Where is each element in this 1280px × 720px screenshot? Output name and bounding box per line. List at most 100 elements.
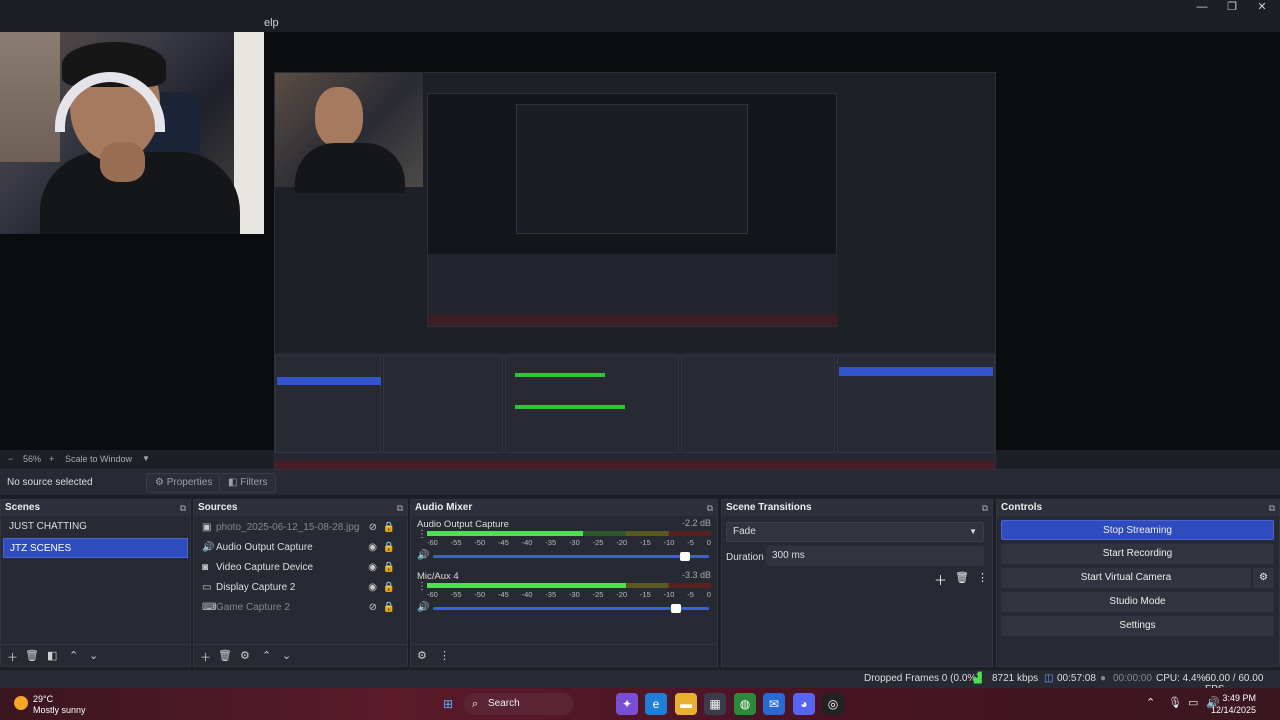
microphone-icon[interactable]: 🎙 [1168, 696, 1182, 709]
hidden-eye-icon[interactable]: ⊘ [369, 598, 377, 618]
source-label: photo_2025-06-12_15-08-28.jpg [216, 522, 360, 533]
advanced-audio-icon[interactable]: ⚙ [417, 649, 427, 662]
network-icon[interactable]: ▭ [1188, 696, 1198, 709]
move-down-icon[interactable]: ⌄ [282, 649, 291, 662]
source-toolbar: No source selected ⚙ Properties ◧ Filter… [0, 469, 1280, 495]
trash-icon[interactable]: 🗑 [955, 571, 969, 584]
duration-input[interactable]: 300 ms [766, 546, 984, 566]
volume-slider[interactable] [433, 552, 709, 561]
eye-icon[interactable]: ◉ [368, 558, 377, 578]
lock-icon[interactable]: 🔒 [383, 538, 395, 558]
settings-button[interactable]: Settings [1001, 616, 1274, 636]
speaker-icon[interactable]: 🔊 [417, 602, 429, 613]
zoom-in-button[interactable]: + [49, 454, 54, 464]
scene-item[interactable]: JUST CHATTING [3, 517, 188, 537]
more-options-icon[interactable]: ⋮ [417, 529, 427, 540]
start-virtual-camera-button[interactable]: Start Virtual Camera [1001, 568, 1251, 588]
meter-tick-label: -5 [687, 590, 694, 599]
add-icon[interactable]: ＋ [200, 649, 211, 665]
minimize-button[interactable]: — [1188, 0, 1216, 14]
volume-knob[interactable] [679, 552, 690, 561]
close-button[interactable]: ✕ [1248, 0, 1276, 14]
gear-icon[interactable]: ⚙ [240, 649, 250, 662]
scene-transitions-header: Scene Transitions ⧉ [722, 500, 992, 516]
scenes-header: Scenes ⧉ [1, 500, 190, 516]
more-options-icon[interactable]: ⋮ [417, 581, 427, 592]
filter-icon[interactable]: ◧ [47, 649, 57, 662]
eye-icon[interactable]: ◉ [368, 538, 377, 558]
undock-icon[interactable]: ⧉ [1269, 500, 1275, 516]
move-up-icon[interactable]: ⌃ [262, 649, 271, 662]
source-item[interactable]: ▣ photo_2025-06-12_15-08-28.jpg ⊘ 🔒 [194, 518, 407, 538]
obs-icon[interactable]: ◎ [822, 693, 844, 715]
move-up-icon[interactable]: ⌃ [69, 649, 78, 662]
meter-tick-label: -25 [592, 538, 604, 547]
lock-icon[interactable]: 🔒 [383, 558, 395, 578]
weather-widget[interactable]: 29°C Mostly sunny [33, 694, 86, 716]
filters-button[interactable]: ◧ Filters [219, 473, 277, 493]
system-clock[interactable]: 3:49 PM 12/14/2025 [1211, 692, 1256, 716]
properties-button[interactable]: ⚙ Properties [146, 473, 222, 493]
chrome-icon[interactable]: ◍ [734, 693, 756, 715]
studio-mode-button[interactable]: Studio Mode [1001, 592, 1274, 612]
menu-help[interactable]: elp [264, 17, 279, 29]
virtual-camera-settings-button[interactable]: ⚙ [1253, 568, 1274, 588]
controls-title: Controls [1001, 502, 1043, 513]
lock-icon[interactable]: 🔒 [383, 578, 395, 598]
undock-icon[interactable]: ⧉ [707, 500, 713, 516]
chevron-up-icon[interactable]: ⌃ [1146, 696, 1155, 709]
sources-list: ▣ photo_2025-06-12_15-08-28.jpg ⊘ 🔒 🔊 Au… [194, 518, 407, 650]
clock-time: 3:49 PM [1222, 693, 1256, 703]
weather-condition: Mostly sunny [33, 705, 86, 715]
speaker-icon: 🔊 [202, 542, 215, 553]
zoom-out-button[interactable]: − [8, 454, 13, 464]
meter-tick-label: -5 [687, 538, 694, 547]
windows-taskbar: 29°C Mostly sunny ⊞ ⌕ Search ✦ e ▬ ▦ ◍ ✉… [0, 688, 1280, 720]
transitions-body: Fade ▼ Duration 300 ms ＋ 🗑 ⋮ [722, 516, 992, 648]
undock-icon[interactable]: ⧉ [397, 500, 403, 516]
move-down-icon[interactable]: ⌄ [89, 649, 98, 662]
taskbar-search[interactable]: ⌕ Search [464, 693, 574, 715]
undock-icon[interactable]: ⧉ [982, 500, 988, 516]
channel-name: Audio Output Capture [417, 519, 509, 530]
trash-icon[interactable]: 🗑 [218, 649, 232, 662]
add-transition-icon[interactable]: ＋ [934, 570, 947, 589]
speaker-icon[interactable]: 🔊 [417, 550, 429, 561]
gear-icon: ⚙ [1259, 572, 1268, 583]
mixer-channel: Audio Output Capture -2.2 dB ⋮ -60 -55 -50… [411, 516, 717, 568]
edge-icon[interactable]: e [645, 693, 667, 715]
more-options-icon[interactable]: ⋮ [977, 571, 988, 584]
hidden-eye-icon[interactable]: ⊘ [369, 518, 377, 538]
weather-icon[interactable] [14, 696, 28, 710]
no-source-selected-label: No source selected [7, 477, 93, 488]
transition-selected: Fade [733, 526, 756, 537]
stream-time: 00:57:08 [1057, 673, 1096, 684]
more-options-icon[interactable]: ⋮ [439, 649, 450, 662]
add-icon[interactable]: ＋ [7, 649, 18, 665]
source-item[interactable]: ▭ Display Capture 2 ◉ 🔒 [194, 578, 407, 598]
start-recording-button[interactable]: Start Recording [1001, 544, 1274, 564]
preview-canvas[interactable]: elp [0, 17, 1280, 480]
file-explorer-icon[interactable]: ▬ [675, 693, 697, 715]
trash-icon[interactable]: 🗑 [25, 649, 39, 662]
stop-streaming-button[interactable]: Stop Streaming [1001, 520, 1274, 540]
source-item[interactable]: 🔊 Audio Output Capture ◉ 🔒 [194, 538, 407, 558]
undock-icon[interactable]: ⧉ [180, 500, 186, 516]
scene-item-active[interactable]: JTZ SCENES [3, 538, 188, 558]
eye-icon[interactable]: ◉ [368, 578, 377, 598]
source-item[interactable]: ◙ Video Capture Device ◉ 🔒 [194, 558, 407, 578]
windows-start-icon[interactable]: ⊞ [437, 693, 459, 715]
lock-icon[interactable]: 🔒 [383, 598, 395, 618]
scale-mode-dropdown-icon[interactable]: ▼ [142, 454, 150, 463]
store-icon[interactable]: ▦ [704, 693, 726, 715]
lock-icon[interactable]: 🔒 [383, 518, 395, 538]
maximize-button[interactable]: ❐ [1218, 0, 1246, 14]
copilot-icon[interactable]: ✦ [616, 693, 638, 715]
transition-select[interactable]: Fade ▼ [726, 522, 984, 542]
volume-slider[interactable] [433, 604, 709, 613]
mixer-channels: Audio Output Capture -2.2 dB ⋮ -60 -55 -50… [411, 516, 717, 648]
discord-icon[interactable]: ◕ [793, 693, 815, 715]
source-item[interactable]: ⌨ Game Capture 2 ⊘ 🔒 [194, 598, 407, 618]
volume-knob[interactable] [671, 604, 682, 613]
mail-icon[interactable]: ✉ [763, 693, 785, 715]
